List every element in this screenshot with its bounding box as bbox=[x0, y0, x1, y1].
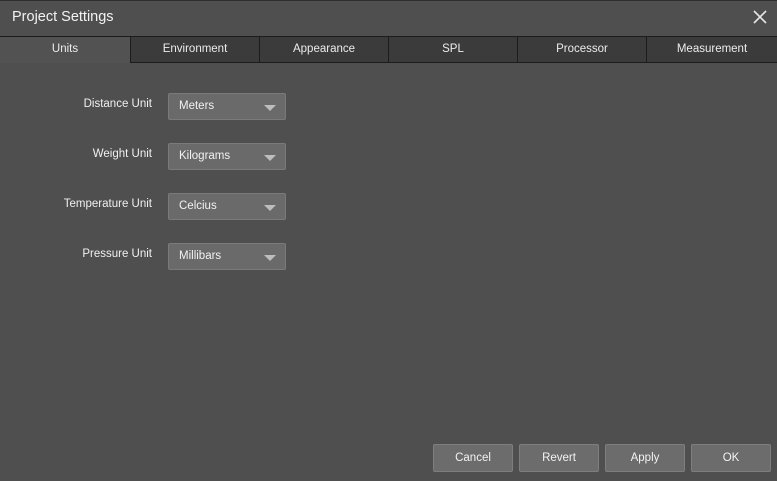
chevron-down-icon bbox=[264, 255, 276, 261]
weight-unit-select[interactable]: Kilograms bbox=[168, 143, 286, 170]
tab-environment[interactable]: Environment bbox=[130, 37, 259, 62]
distance-unit-value: Meters bbox=[179, 100, 215, 112]
project-settings-dialog: Project Settings Units Environment Appea… bbox=[0, 0, 777, 481]
tab-bar: Units Environment Appearance SPL Process… bbox=[0, 36, 777, 63]
tab-appearance[interactable]: Appearance bbox=[259, 37, 388, 62]
pressure-unit-value: Millibars bbox=[179, 250, 222, 262]
temperature-unit-row: Temperature Unit Celcius bbox=[0, 193, 777, 220]
temperature-unit-select[interactable]: Celcius bbox=[168, 193, 286, 220]
apply-button[interactable]: Apply bbox=[605, 444, 685, 472]
weight-unit-label: Weight Unit bbox=[92, 148, 152, 160]
close-icon[interactable] bbox=[751, 8, 769, 26]
distance-unit-row: Distance Unit Meters bbox=[0, 93, 777, 120]
distance-unit-label: Distance Unit bbox=[83, 98, 152, 110]
chevron-down-icon bbox=[264, 205, 276, 211]
cancel-button[interactable]: Cancel bbox=[433, 444, 513, 472]
pressure-unit-label: Pressure Unit bbox=[82, 248, 152, 260]
pressure-unit-row: Pressure Unit Millibars bbox=[0, 243, 777, 270]
temperature-unit-value: Celcius bbox=[179, 200, 217, 212]
title-bar: Project Settings bbox=[0, 1, 777, 35]
distance-unit-select[interactable]: Meters bbox=[168, 93, 286, 120]
tab-measurement[interactable]: Measurement bbox=[646, 37, 777, 62]
tab-spl[interactable]: SPL bbox=[388, 37, 517, 62]
chevron-down-icon bbox=[264, 105, 276, 111]
dialog-title: Project Settings bbox=[12, 9, 114, 25]
tab-processor[interactable]: Processor bbox=[517, 37, 646, 62]
revert-button[interactable]: Revert bbox=[519, 444, 599, 472]
temperature-unit-label: Temperature Unit bbox=[63, 198, 152, 210]
chevron-down-icon bbox=[264, 155, 276, 161]
ok-button[interactable]: OK bbox=[691, 444, 771, 472]
weight-unit-value: Kilograms bbox=[179, 150, 231, 162]
pressure-unit-select[interactable]: Millibars bbox=[168, 243, 286, 270]
tab-units[interactable]: Units bbox=[0, 37, 130, 63]
weight-unit-row: Weight Unit Kilograms bbox=[0, 143, 777, 170]
